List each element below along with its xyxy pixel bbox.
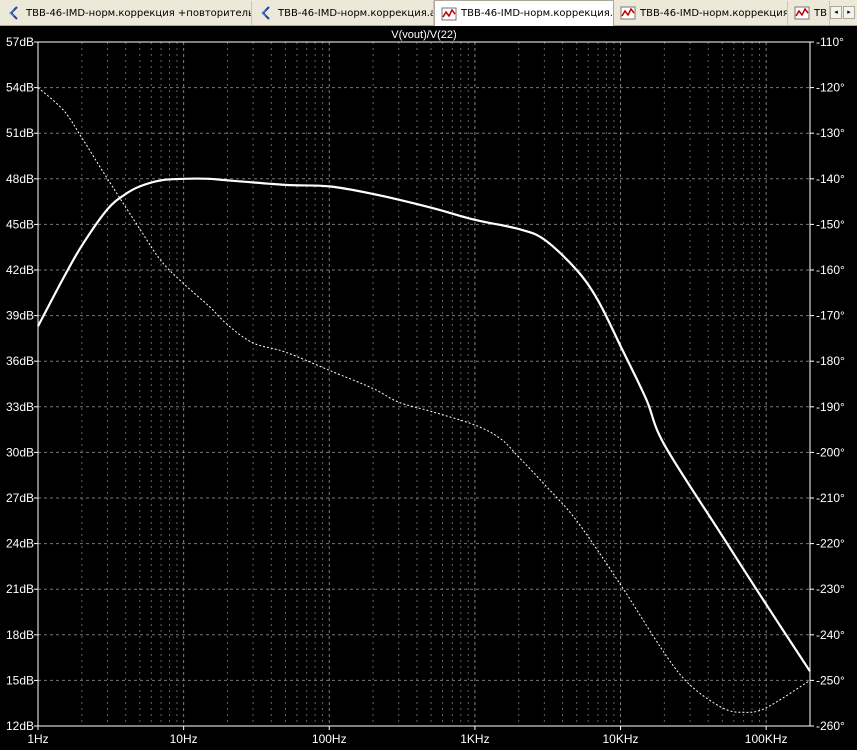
tab-0[interactable]: TBB-46-IMD-норм.коррекция +повторитель.a…: [0, 1, 252, 25]
y-tick-label-left: 42dB: [6, 263, 34, 277]
x-tick-label: 10KHz: [603, 732, 639, 746]
tab-3[interactable]: TBB-46-IMD-норм.коррекция.fft: [614, 1, 788, 25]
tab-label: TBB-46-IMD-норм.коррекция.fft: [640, 7, 788, 19]
y-tick-label-right: -250°: [816, 673, 845, 687]
waveform-plot[interactable]: V(vout)/V(22) 1Hz 10Hz 100Hz 1KHz 10KHz 100KH…: [0, 26, 857, 750]
y-tick-label-right: -230°: [816, 582, 845, 596]
waveform-icon: [441, 6, 457, 22]
y-tick-label-left: 36dB: [6, 354, 34, 368]
y-tick-label-left: 24dB: [6, 537, 34, 551]
y-tick-label-left: 27dB: [6, 491, 34, 505]
plot-background: [0, 26, 857, 750]
y-tick-label-right: -140°: [816, 172, 845, 186]
y-tick-label-left: 48dB: [6, 172, 34, 186]
y-tick-label-right: -150°: [816, 217, 845, 231]
y-tick-label-left: 30dB: [6, 445, 34, 459]
trace-title[interactable]: V(vout)/V(22): [391, 29, 456, 41]
y-tick-label-right: -170°: [816, 309, 845, 323]
y-tick-label-left: 54dB: [6, 81, 34, 95]
tab-bar: TBB-46-IMD-норм.коррекция +повторитель.a…: [0, 0, 857, 26]
y-tick-label-left: 15dB: [6, 673, 34, 687]
y-tick-label-left: 12dB: [6, 719, 34, 733]
x-tick-label: 1Hz: [27, 732, 48, 746]
y-tick-label-right: -240°: [816, 628, 845, 642]
x-tick-label: 1KHz: [460, 732, 489, 746]
waveform-icon: [620, 5, 636, 21]
tab-label: TBB-46-IMD-норм.коррекция.asc: [278, 7, 434, 19]
x-tick-label: 100KHz: [745, 732, 788, 746]
y-tick-label-left: 51dB: [6, 126, 34, 140]
y-tick-label-left: 39dB: [6, 309, 34, 323]
tab-label: TBB-46-IMD-норм.коррекция.asc: [461, 8, 614, 19]
y-tick-label-left: 18dB: [6, 628, 34, 642]
tab-1[interactable]: TBB-46-IMD-норм.коррекция.asc: [252, 1, 434, 25]
tab-2[interactable]: TBB-46-IMD-норм.коррекция.asc: [434, 0, 614, 26]
schematic-icon: [6, 5, 22, 21]
tab-4[interactable]: TB: [788, 1, 830, 25]
y-tick-label-right: -210°: [816, 491, 845, 505]
y-tick-label-right: -220°: [816, 537, 845, 551]
y-tick-label-left: 33dB: [6, 400, 34, 414]
y-tick-label-left: 57dB: [6, 35, 34, 49]
y-tick-label-right: -200°: [816, 445, 845, 459]
tab-scroll-right-button[interactable]: ▸: [843, 6, 855, 19]
y-tick-label-left: 21dB: [6, 582, 34, 596]
x-tick-label: 100Hz: [312, 732, 347, 746]
y-tick-label-right: -180°: [816, 354, 845, 368]
y-tick-label-left: 45dB: [6, 217, 34, 231]
schematic-icon: [258, 5, 274, 21]
tab-label: TBB-46-IMD-норм.коррекция +повторитель.a…: [26, 7, 252, 19]
y-tick-label-right: -260°: [816, 719, 845, 733]
tab-scroll-left-button[interactable]: ◂: [830, 6, 842, 19]
y-tick-label-right: -130°: [816, 126, 845, 140]
y-tick-label-right: -160°: [816, 263, 845, 277]
x-tick-label: 10Hz: [170, 732, 198, 746]
y-tick-label-right: -190°: [816, 400, 845, 414]
waveform-icon: [794, 5, 810, 21]
y-tick-label-right: -120°: [816, 81, 845, 95]
tab-label: TB: [814, 7, 827, 19]
y-tick-label-right: -110°: [816, 35, 844, 49]
